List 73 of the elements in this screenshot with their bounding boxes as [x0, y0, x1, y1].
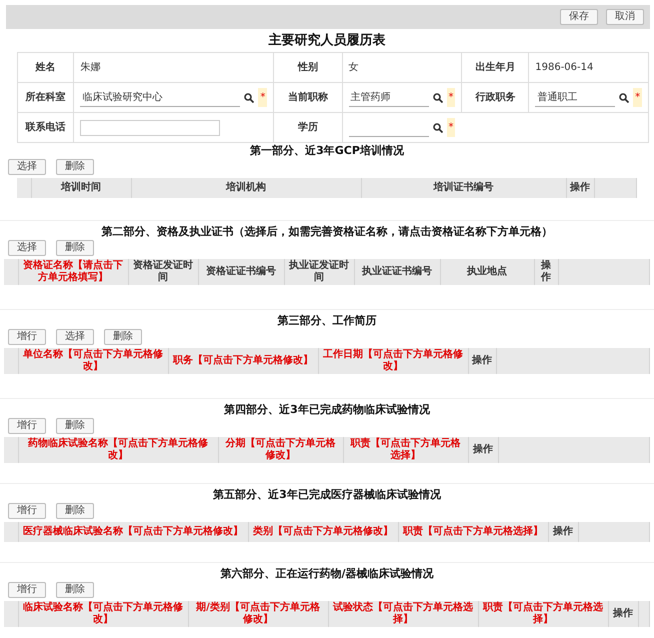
required-mark: * [633, 88, 642, 107]
column-header: 分期【可点击下方单元格修改】 [218, 437, 343, 463]
column-header: 执业地点 [440, 259, 534, 285]
column-header: 操作 [548, 522, 578, 542]
lookup-field[interactable]: 主管药师 [348, 88, 429, 106]
column-header: 资格证名称【请点击下方单元格填写】 [18, 259, 128, 285]
action-button[interactable]: 删除 [56, 418, 94, 434]
field-label: 性别 [274, 52, 342, 82]
column-header: 培训时间 [31, 178, 131, 198]
section-title: 第五部分、近3年已完成医疗器械临床试验情况 [212, 488, 442, 502]
action-button[interactable]: 选择 [8, 240, 46, 256]
column-header: 职责【可点击下方单元格选择】 [398, 522, 548, 542]
column-header: 工作日期【可点击下方单元格修改】 [318, 348, 468, 374]
field-label: 学历 [274, 112, 342, 142]
required-mark: * [258, 88, 268, 107]
section-title: 第二部分、资格及执业证书（选择后，如需完善资格证名称，请点击资格证名称下方单元格） [100, 225, 554, 239]
action-button[interactable]: 选择 [56, 329, 94, 345]
section-title: 第一部分、近3年GCP培训情况 [249, 144, 405, 158]
column-header: 试验状态【可点击下方单元格选择】 [328, 601, 478, 627]
field-label: 当前职称 [274, 82, 342, 112]
column-header: 操作 [468, 437, 498, 463]
action-button[interactable]: 删除 [56, 503, 94, 519]
action-button[interactable]: 增行 [8, 503, 46, 519]
lookup-field[interactable]: 临床试验研究中心 [80, 88, 240, 106]
column-header: 药物临床试验名称【可点击下方单元格修改】 [18, 437, 218, 463]
page-title: 主要研究人员履历表 [268, 33, 386, 49]
toolbar-button[interactable]: 取消 [606, 9, 644, 25]
field-label: 联系电话 [18, 112, 74, 142]
column-header: 期/类别【可点击下方单元格修改】 [188, 601, 328, 627]
field-value: 朱娜 [80, 60, 100, 75]
search-icon[interactable] [432, 122, 443, 132]
toolbar-button[interactable]: 保存 [560, 9, 598, 25]
column-header: 操作 [468, 348, 496, 374]
action-button[interactable]: 增行 [8, 418, 46, 434]
required-mark: * [446, 118, 456, 137]
section-title: 第六部分、正在运行药物/器械临床试验情况 [219, 567, 435, 581]
section-title: 第四部分、近3年已完成药物临床试验情况 [223, 403, 431, 417]
column-header: 类别【可点击下方单元格修改】 [248, 522, 398, 542]
input-field[interactable] [80, 120, 220, 136]
column-header: 培训机构 [131, 178, 361, 198]
action-button[interactable]: 增行 [8, 329, 46, 345]
field-label: 出生年月 [462, 52, 529, 82]
column-header: 执业证发证时间 [284, 259, 354, 285]
section-title: 第三部分、工作简历 [276, 314, 378, 328]
column-header: 单位名称【可点击下方单元格修改】 [18, 348, 168, 374]
search-icon[interactable] [619, 92, 630, 102]
search-icon[interactable] [244, 92, 254, 102]
column-header: 操作 [534, 259, 558, 285]
column-header: 操作 [566, 178, 594, 198]
column-header: 资格证发证时间 [128, 259, 198, 285]
column-header: 医疗器械临床试验名称【可点击下方单元格修改】 [18, 522, 248, 542]
field-label: 姓名 [18, 52, 74, 82]
action-button[interactable]: 删除 [56, 240, 94, 256]
column-header: 职责【可点击下方单元格选择】 [478, 601, 608, 627]
column-header: 职责【可点击下方单元格选择】 [343, 437, 468, 463]
action-button[interactable]: 删除 [56, 582, 94, 598]
column-header: 资格证证书编号 [198, 259, 284, 285]
column-header: 临床试验名称【可点击下方单元格修改】 [18, 601, 188, 627]
column-header: 执业证证书编号 [354, 259, 440, 285]
lookup-field[interactable]: 普通职工 [535, 88, 616, 106]
field-value: 1986-06-14 [535, 61, 594, 75]
column-header: 培训证书编号 [361, 178, 566, 198]
field-label: 所在科室 [18, 82, 74, 112]
action-button[interactable]: 增行 [8, 582, 46, 598]
search-icon[interactable] [432, 92, 443, 102]
field-value: 女 [348, 61, 359, 75]
required-mark: * [446, 88, 456, 107]
action-button[interactable]: 选择 [8, 159, 46, 175]
field-label: 行政职务 [462, 82, 529, 112]
action-button[interactable]: 删除 [104, 329, 142, 345]
action-button[interactable]: 删除 [56, 159, 94, 175]
column-header: 职务【可点击下方单元格修改】 [168, 348, 318, 374]
column-header: 操作 [608, 601, 638, 627]
